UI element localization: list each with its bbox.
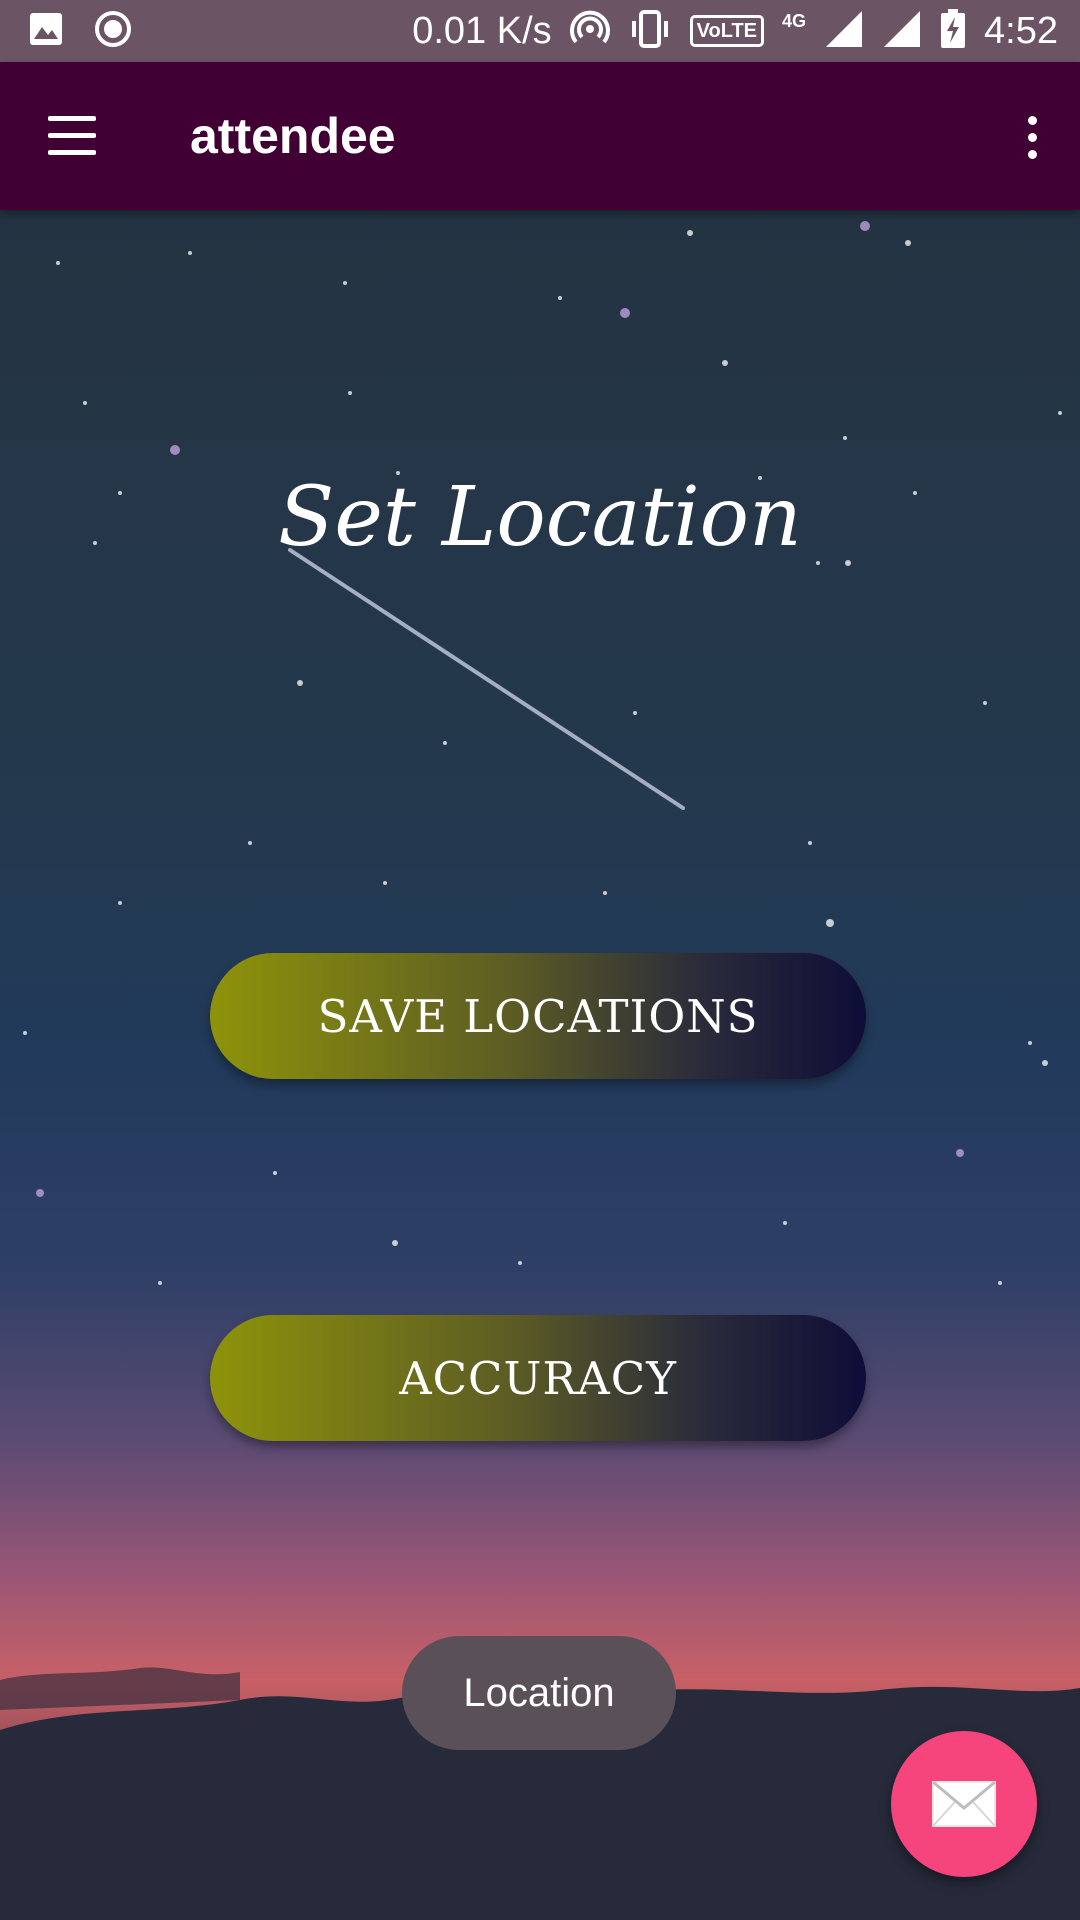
app-title: attendee <box>190 108 396 164</box>
email-icon <box>932 1780 996 1827</box>
accuracy-button[interactable]: ACCURACY <box>210 1315 866 1441</box>
battery-charging-icon <box>940 8 966 54</box>
hamburger-menu-icon[interactable] <box>44 114 100 158</box>
network-type: 4G <box>782 10 807 31</box>
more-vert-icon[interactable] <box>1012 112 1052 162</box>
record-icon <box>94 10 132 53</box>
gallery-icon <box>28 11 64 52</box>
volte-badge: VoLTE <box>689 15 765 47</box>
save-locations-button[interactable]: SAVE LOCATIONS <box>210 953 866 1079</box>
status-bar: 0.01 K/s VoLTE 4G 4:52 <box>0 0 1080 62</box>
signal-icon <box>882 9 922 54</box>
email-fab-button[interactable] <box>891 1731 1037 1877</box>
network-speed: 0.01 K/s <box>412 9 552 52</box>
hotspot-icon <box>569 9 610 54</box>
clock: 4:52 <box>984 9 1058 52</box>
page-heading: Set Location <box>278 470 802 565</box>
app-bar: attendee <box>0 62 1080 210</box>
vibrate-icon <box>628 9 672 54</box>
signal-icon <box>824 9 864 54</box>
toast-message: Location <box>402 1636 676 1750</box>
